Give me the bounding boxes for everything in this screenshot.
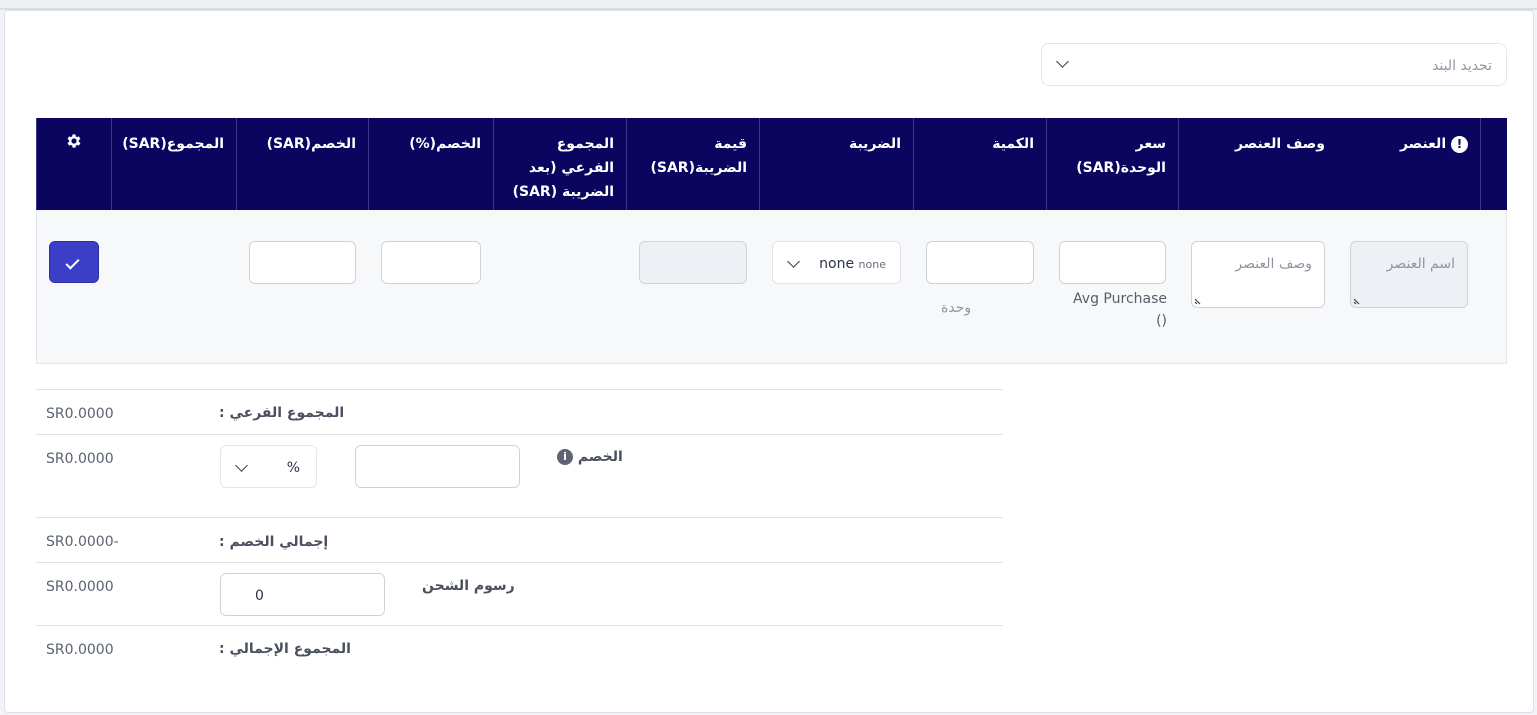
grand-total-label: المجموع الإجمالي : — [219, 641, 351, 657]
resize-handle-icon[interactable] — [1353, 295, 1363, 305]
tax-value-small-label: none — [858, 258, 886, 271]
table-row: اسم العنصر وصف العنصر Avg Purchase () وح… — [36, 210, 1507, 364]
item-name-input[interactable]: اسم العنصر — [1350, 241, 1468, 308]
info-icon[interactable]: i — [557, 449, 573, 465]
header-item: ! العنصر — [1337, 118, 1480, 210]
summary-divider — [36, 434, 1003, 435]
summary-divider — [36, 517, 1003, 518]
item-description-placeholder: وصف العنصر — [1235, 256, 1312, 272]
subtotal-value: SR0.0000 — [46, 406, 114, 422]
chevron-down-icon — [787, 255, 800, 268]
check-icon — [65, 255, 80, 270]
header-unit-price-label: سعر الوحدة(SAR) — [1076, 136, 1166, 176]
avg-purchase-label: Avg Purchase () — [1073, 291, 1167, 329]
header-subtotal-after-tax: المجموع الفرعي (بعد الضريبة (SAR) — [493, 118, 626, 210]
header-total-label: المجموع(SAR) — [122, 136, 224, 152]
header-tax-value-label: قيمة الضريبة(SAR) — [650, 136, 747, 176]
header-unit-price: سعر الوحدة(SAR) — [1046, 118, 1178, 210]
header-discount-pct-label: الخصم(%) — [409, 136, 481, 152]
discount-label: الخصم — [577, 449, 623, 465]
header-tax: الضريبة — [759, 118, 913, 210]
chevron-down-icon — [1056, 55, 1069, 68]
summary-divider — [36, 625, 1003, 626]
header-discount-sar: الخصم(SAR) — [236, 118, 368, 210]
item-select-dropdown[interactable]: تحديد البند — [1041, 43, 1507, 86]
unit-label: وحدة — [941, 300, 972, 316]
header-discount-pct: الخصم(%) — [368, 118, 493, 210]
shipping-input-value: 0 — [255, 588, 264, 604]
header-quantity-label: الكمية — [992, 136, 1034, 152]
summary-divider — [36, 389, 1003, 390]
shipping-label: رسوم الشحن — [422, 578, 515, 594]
gear-icon[interactable] — [65, 132, 83, 150]
grand-total-value: SR0.0000 — [46, 642, 114, 658]
confirm-row-button[interactable] — [49, 241, 99, 283]
header-tax-label: الضريبة — [848, 136, 901, 152]
header-description-label: وصف العنصر — [1235, 136, 1325, 152]
item-select-placeholder: تحديد البند — [1432, 58, 1492, 74]
quantity-input[interactable] — [926, 241, 1034, 284]
tax-value-input — [639, 241, 747, 284]
discount-label-group: الخصم i — [557, 449, 623, 465]
summary-divider — [36, 562, 1003, 563]
alert-icon: ! — [1451, 135, 1468, 153]
header-description: وصف العنصر — [1178, 118, 1337, 210]
discount-type-select[interactable]: % — [220, 445, 317, 488]
tax-selected-value: none none — [819, 256, 886, 272]
resize-handle-icon[interactable] — [1194, 295, 1204, 305]
header-discount-sar-label: الخصم(SAR) — [266, 136, 356, 152]
subtotal-label: المجموع الفرعي : — [219, 405, 345, 421]
item-name-placeholder: اسم العنصر — [1386, 256, 1455, 272]
discount-amount-input[interactable] — [249, 241, 356, 284]
discount-percent-input[interactable] — [381, 241, 481, 284]
tax-select[interactable]: none none — [772, 241, 901, 284]
header-tax-value: قيمة الضريبة(SAR) — [626, 118, 759, 210]
discount-input[interactable] — [355, 445, 520, 488]
total-discount-label: إجمالي الخصم : — [219, 534, 329, 550]
chevron-down-icon — [235, 459, 248, 472]
invoice-items-card: تحديد البند ! العنصر وصف العنصر سعر الوح… — [4, 10, 1534, 713]
shipping-value: SR0.0000 — [46, 579, 114, 595]
discount-type-value: % — [286, 460, 300, 476]
top-bar — [0, 0, 1537, 10]
header-settings[interactable] — [36, 118, 111, 210]
header-total: المجموع(SAR) — [111, 118, 236, 210]
items-table-header: ! العنصر وصف العنصر سعر الوحدة(SAR) الكم… — [36, 118, 1480, 210]
item-description-input[interactable]: وصف العنصر — [1191, 241, 1325, 308]
discount-value: SR0.0000 — [46, 451, 114, 467]
header-quantity: الكمية — [913, 118, 1046, 210]
tax-value-label: none — [819, 256, 855, 272]
header-item-label: العنصر — [1399, 136, 1447, 152]
total-discount-value: -SR0.0000 — [46, 534, 119, 550]
shipping-input[interactable]: 0 — [220, 573, 385, 616]
header-subtotal-label: المجموع الفرعي (بعد الضريبة (SAR) — [512, 136, 614, 200]
header-tail — [1480, 118, 1507, 210]
unit-price-input[interactable] — [1059, 241, 1166, 284]
